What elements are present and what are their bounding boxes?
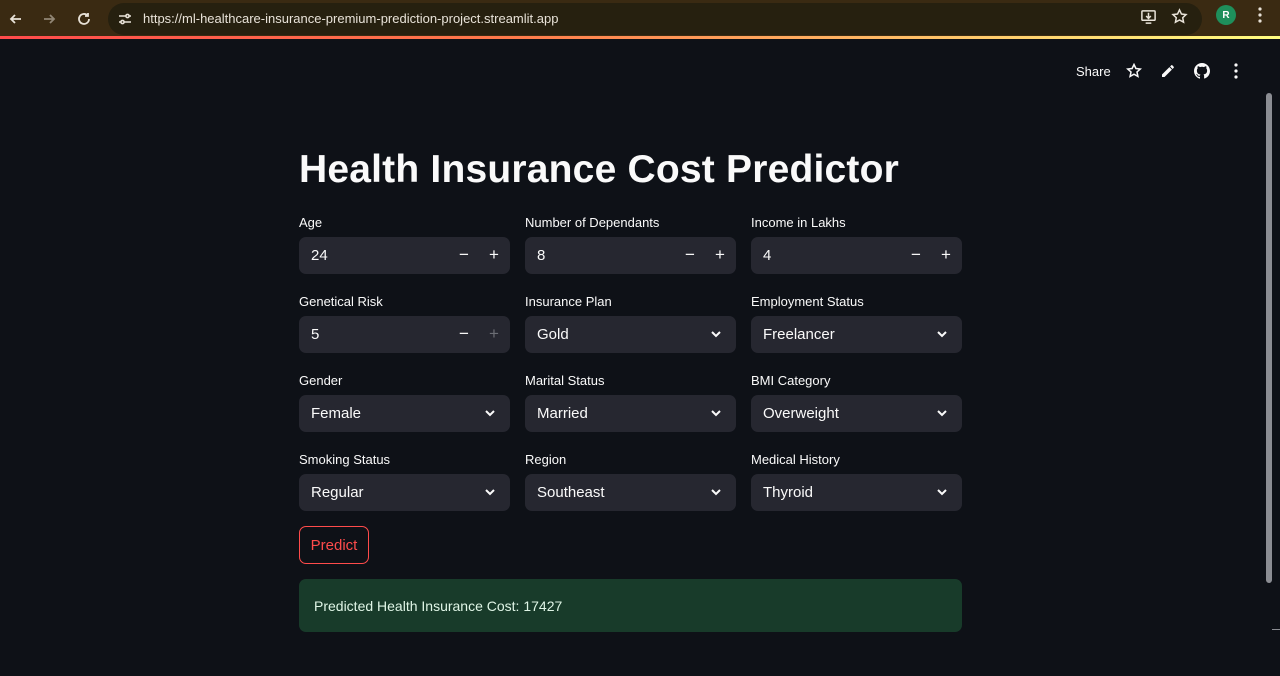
chevron-down-icon[interactable] [709,485,723,499]
site-settings-icon[interactable] [116,10,134,28]
region-value: Southeast [537,484,605,501]
age-value[interactable]: 24 [311,247,328,264]
share-button[interactable]: Share [1076,62,1111,80]
marital-status-value: Married [537,405,588,422]
income-label: Income in Lakhs [751,215,846,230]
chevron-down-icon[interactable] [483,406,497,420]
gender-label: Gender [299,373,343,388]
genetical-risk-increment-button[interactable]: + [483,324,505,346]
bmi-category-select[interactable]: Overweight [751,395,962,432]
url-text[interactable]: https://ml-healthcare-insurance-premium-… [143,11,558,26]
region-select[interactable]: Southeast [525,474,736,511]
page-title: Health Insurance Cost Predictor [299,148,900,191]
chevron-down-icon[interactable] [935,406,949,420]
marital-status-select[interactable]: Married [525,395,736,432]
chevron-down-icon[interactable] [709,406,723,420]
marital-status-label: Marital Status [525,373,605,388]
smoking-status-label: Smoking Status [299,452,391,467]
chevron-down-icon[interactable] [483,485,497,499]
employment-status-select[interactable]: Freelancer [751,316,962,353]
scrollbar-marker [1272,629,1280,630]
dependants-number-input[interactable]: 8 − + [525,237,736,274]
address-bar[interactable]: https://ml-healthcare-insurance-premium-… [108,3,1202,35]
scrollbar[interactable] [1266,93,1272,583]
income-number-input[interactable]: 4 − + [751,237,962,274]
medical-history-label: Medical History [751,452,840,467]
income-value[interactable]: 4 [763,247,771,264]
star-icon[interactable] [1125,62,1143,80]
genetical-risk-value[interactable]: 5 [311,326,319,343]
bmi-category-value: Overweight [763,405,839,422]
menu-icon[interactable] [1229,62,1243,80]
chevron-down-icon[interactable] [935,485,949,499]
insurance-plan-value: Gold [537,326,569,343]
genetical-risk-number-input[interactable]: 5 − + [299,316,510,353]
employment-status-label: Employment Status [751,294,864,309]
dependants-increment-button[interactable]: + [709,245,731,267]
age-decrement-button[interactable]: − [453,245,475,267]
smoking-status-select[interactable]: Regular [299,474,510,511]
income-increment-button[interactable]: + [935,245,957,267]
success-alert: Predicted Health Insurance Cost: 17427 [299,579,962,632]
more-vert-icon[interactable] [1250,4,1270,26]
age-number-input[interactable]: 24 − + [299,237,510,274]
gender-value: Female [311,405,362,422]
dependants-decrement-button[interactable]: − [679,245,701,267]
gender-select[interactable]: Female [299,395,510,432]
back-icon[interactable] [3,6,29,32]
predicted-cost-text: Predicted Health Insurance Cost: 17427 [314,598,563,614]
age-label: Age [299,215,323,230]
predict-button[interactable]: Predict [299,526,369,564]
dependants-label: Number of Dependants [525,215,660,230]
github-icon[interactable] [1193,62,1211,80]
reload-icon[interactable] [71,6,97,32]
edit-icon[interactable] [1159,62,1177,80]
employment-status-value: Freelancer [763,326,835,343]
insurance-plan-label: Insurance Plan [525,294,612,309]
smoking-status-value: Regular [311,484,364,501]
app-top-decoration [0,36,1280,39]
forward-icon[interactable] [36,6,62,32]
insurance-plan-select[interactable]: Gold [525,316,736,353]
age-increment-button[interactable]: + [483,245,505,267]
income-decrement-button[interactable]: − [905,245,927,267]
genetical-risk-label: Genetical Risk [299,294,383,309]
bmi-category-label: BMI Category [751,373,831,388]
profile-avatar[interactable]: R [1216,5,1236,25]
medical-history-select[interactable]: Thyroid [751,474,962,511]
chevron-down-icon[interactable] [709,327,723,341]
install-icon[interactable] [1137,5,1159,27]
chevron-down-icon[interactable] [935,327,949,341]
bookmark-star-icon[interactable] [1168,5,1190,27]
region-label: Region [525,452,567,467]
genetical-risk-decrement-button[interactable]: − [453,324,475,346]
medical-history-value: Thyroid [763,484,814,501]
dependants-value[interactable]: 8 [537,247,545,264]
